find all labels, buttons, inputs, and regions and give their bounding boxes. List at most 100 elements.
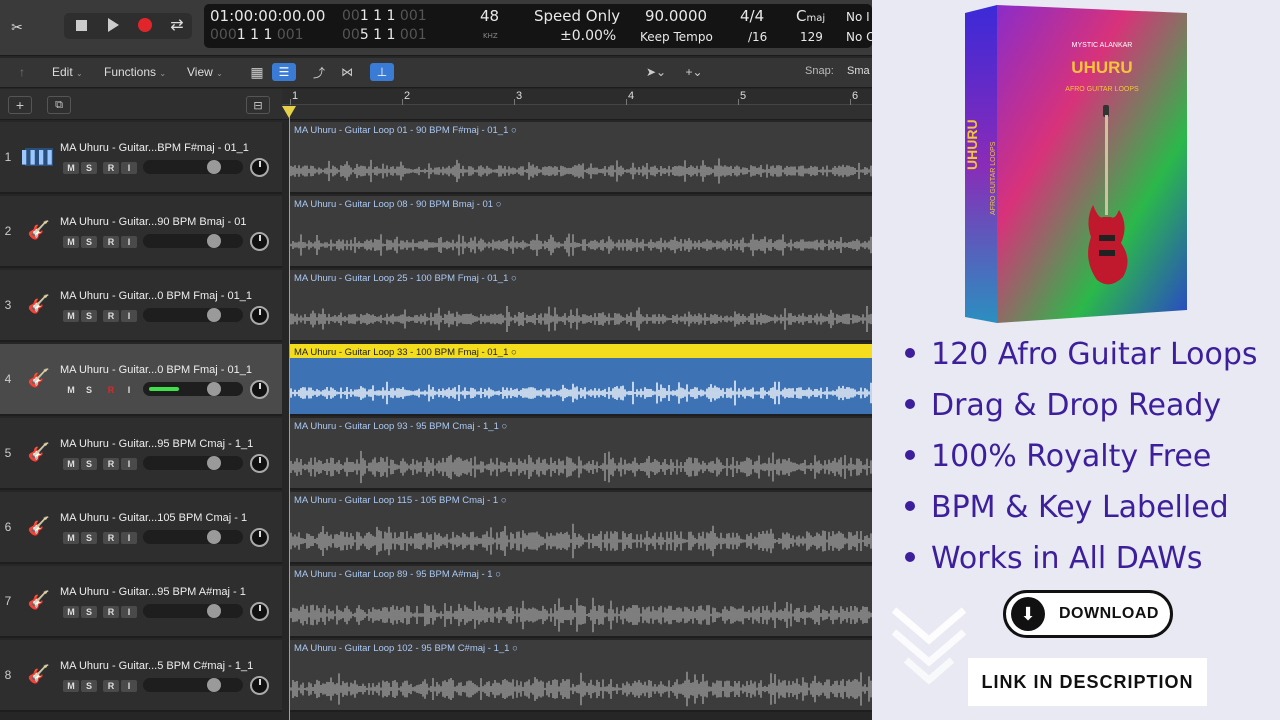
- record-button[interactable]: [133, 14, 157, 36]
- mute-button[interactable]: M: [63, 458, 79, 470]
- link-in-description[interactable]: LINK IN DESCRIPTION: [968, 658, 1207, 706]
- record-enable-button[interactable]: R: [103, 680, 119, 692]
- playhead[interactable]: [289, 106, 290, 720]
- track-header[interactable]: 3 🎸 MA Uhuru - Guitar...0 BPM Fmaj - 01_1 M…: [0, 270, 282, 342]
- volume-fader[interactable]: [143, 234, 243, 248]
- grid-view-icon[interactable]: ▦: [245, 63, 269, 81]
- up-arrow-icon[interactable]: ↑: [10, 63, 34, 81]
- cycle-icon[interactable]: ⇄: [165, 14, 189, 36]
- solo-button[interactable]: S: [81, 310, 97, 322]
- track-header[interactable]: 4 🎸 MA Uhuru - Guitar...0 BPM Fmaj - 01_1 M…: [0, 344, 282, 416]
- mute-button[interactable]: M: [63, 384, 79, 396]
- volume-fader[interactable]: [143, 678, 243, 692]
- audio-region[interactable]: MA Uhuru - Guitar Loop 115 - 105 BPM Cma…: [289, 492, 872, 564]
- track-header[interactable]: 2 🎸 MA Uhuru - Guitar...90 BPM Bmaj - 01 M S…: [0, 196, 282, 268]
- volume-fader[interactable]: [143, 456, 243, 470]
- input-monitor-button[interactable]: I: [121, 458, 137, 470]
- solo-button[interactable]: S: [81, 458, 97, 470]
- fader-knob[interactable]: [207, 160, 221, 174]
- snap-select[interactable]: Sma: [847, 65, 870, 77]
- functions-menu[interactable]: Functions ⌄: [104, 65, 166, 79]
- pan-knob[interactable]: [250, 158, 269, 177]
- input-monitor-button[interactable]: I: [121, 236, 137, 248]
- pan-knob[interactable]: [250, 232, 269, 251]
- solo-button[interactable]: S: [81, 680, 97, 692]
- audio-region[interactable]: MA Uhuru - Guitar Loop 89 - 95 BPM A#maj…: [289, 566, 872, 638]
- pan-knob[interactable]: [250, 676, 269, 695]
- input-monitor-button[interactable]: I: [121, 162, 137, 174]
- record-enable-button[interactable]: R: [103, 310, 119, 322]
- solo-button[interactable]: S: [81, 162, 97, 174]
- record-enable-button[interactable]: R: [103, 162, 119, 174]
- stop-button[interactable]: [69, 14, 93, 36]
- crosshair-tool-icon[interactable]: +⌄: [678, 63, 710, 81]
- automation-icon[interactable]: ⤴: [307, 63, 331, 81]
- pan-knob[interactable]: [250, 380, 269, 399]
- track-header[interactable]: 1 ▌▌▌▌ MA Uhuru - Guitar...BPM F#maj - 01_…: [0, 122, 282, 194]
- volume-fader[interactable]: [143, 308, 243, 322]
- volume-fader[interactable]: [143, 604, 243, 618]
- record-enable-button[interactable]: R: [103, 236, 119, 248]
- audio-region[interactable]: MA Uhuru - Guitar Loop 33 - 100 BPM Fmaj…: [289, 344, 872, 416]
- fader-knob[interactable]: [207, 530, 221, 544]
- list-view-icon[interactable]: ☰: [272, 63, 296, 81]
- record-enable-button[interactable]: R: [103, 458, 119, 470]
- flex-icon[interactable]: ⋈: [335, 63, 359, 81]
- mute-button[interactable]: M: [63, 606, 79, 618]
- mute-button[interactable]: M: [63, 680, 79, 692]
- bar-ruler[interactable]: 1 2 3 4 5 6: [282, 89, 872, 105]
- audio-region[interactable]: MA Uhuru - Guitar Loop 93 - 95 BPM Cmaj …: [289, 418, 872, 490]
- solo-button[interactable]: S: [81, 384, 97, 396]
- input-monitor-button[interactable]: I: [121, 384, 137, 396]
- cycle-area[interactable]: [282, 105, 872, 120]
- fader-knob[interactable]: [207, 456, 221, 470]
- track-header[interactable]: 8 🎸 MA Uhuru - Guitar...5 BPM C#maj - 1_1 M…: [0, 640, 282, 712]
- audio-region[interactable]: MA Uhuru - Guitar Loop 08 - 90 BPM Bmaj …: [289, 196, 872, 268]
- fader-knob[interactable]: [207, 382, 221, 396]
- solo-button[interactable]: S: [81, 606, 97, 618]
- mute-button[interactable]: M: [63, 532, 79, 544]
- view-menu[interactable]: View ⌄: [187, 65, 223, 79]
- pan-knob[interactable]: [250, 306, 269, 325]
- input-monitor-button[interactable]: I: [121, 532, 137, 544]
- lcd-display[interactable]: 01:00:00:00.00 001 1 1 001 0001 1 1 001 …: [204, 4, 872, 48]
- mute-button[interactable]: M: [63, 162, 79, 174]
- record-enable-button[interactable]: R: [103, 532, 119, 544]
- download-button[interactable]: ⬇ DOWNLOAD: [1003, 590, 1173, 638]
- catch-icon[interactable]: ⊥: [370, 63, 394, 81]
- pointer-tool-icon[interactable]: ➤⌄: [640, 63, 672, 81]
- input-monitor-button[interactable]: I: [121, 310, 137, 322]
- input-monitor-button[interactable]: I: [121, 680, 137, 692]
- solo-button[interactable]: S: [81, 532, 97, 544]
- volume-fader[interactable]: [143, 160, 243, 174]
- global-tracks-icon[interactable]: ⊟: [246, 96, 270, 114]
- waveform: [290, 380, 872, 406]
- input-monitor-button[interactable]: I: [121, 606, 137, 618]
- audio-region[interactable]: MA Uhuru - Guitar Loop 25 - 100 BPM Fmaj…: [289, 270, 872, 342]
- pan-knob[interactable]: [250, 602, 269, 621]
- track-header[interactable]: 7 🎸 MA Uhuru - Guitar...95 BPM A#maj - 1 MS…: [0, 566, 282, 638]
- pan-knob[interactable]: [250, 528, 269, 547]
- volume-fader[interactable]: [143, 382, 243, 396]
- record-enable-button[interactable]: R: [103, 384, 119, 396]
- fader-knob[interactable]: [207, 678, 221, 692]
- add-track-icon[interactable]: +: [8, 96, 32, 114]
- audio-region[interactable]: MA Uhuru - Guitar Loop 01 - 90 BPM F#maj…: [289, 122, 872, 194]
- solo-button[interactable]: S: [81, 236, 97, 248]
- record-enable-button[interactable]: R: [103, 606, 119, 618]
- track-header[interactable]: 6 🎸 MA Uhuru - Guitar...105 BPM Cmaj - 1 MS…: [0, 492, 282, 564]
- play-button[interactable]: [101, 14, 125, 36]
- duplicate-track-icon[interactable]: ⧉: [47, 96, 71, 114]
- volume-fader[interactable]: [143, 530, 243, 544]
- track-header[interactable]: 5 🎸 MA Uhuru - Guitar...95 BPM Cmaj - 1_1 M…: [0, 418, 282, 490]
- feature-item: BPM & Key Labelled: [905, 490, 1229, 525]
- scissors-icon[interactable]: ✂: [5, 16, 29, 38]
- edit-menu[interactable]: Edit ⌄: [52, 65, 83, 79]
- mute-button[interactable]: M: [63, 236, 79, 248]
- fader-knob[interactable]: [207, 234, 221, 248]
- pan-knob[interactable]: [250, 454, 269, 473]
- mute-button[interactable]: M: [63, 310, 79, 322]
- audio-region[interactable]: MA Uhuru - Guitar Loop 102 - 95 BPM C#ma…: [289, 640, 872, 712]
- fader-knob[interactable]: [207, 604, 221, 618]
- fader-knob[interactable]: [207, 308, 221, 322]
